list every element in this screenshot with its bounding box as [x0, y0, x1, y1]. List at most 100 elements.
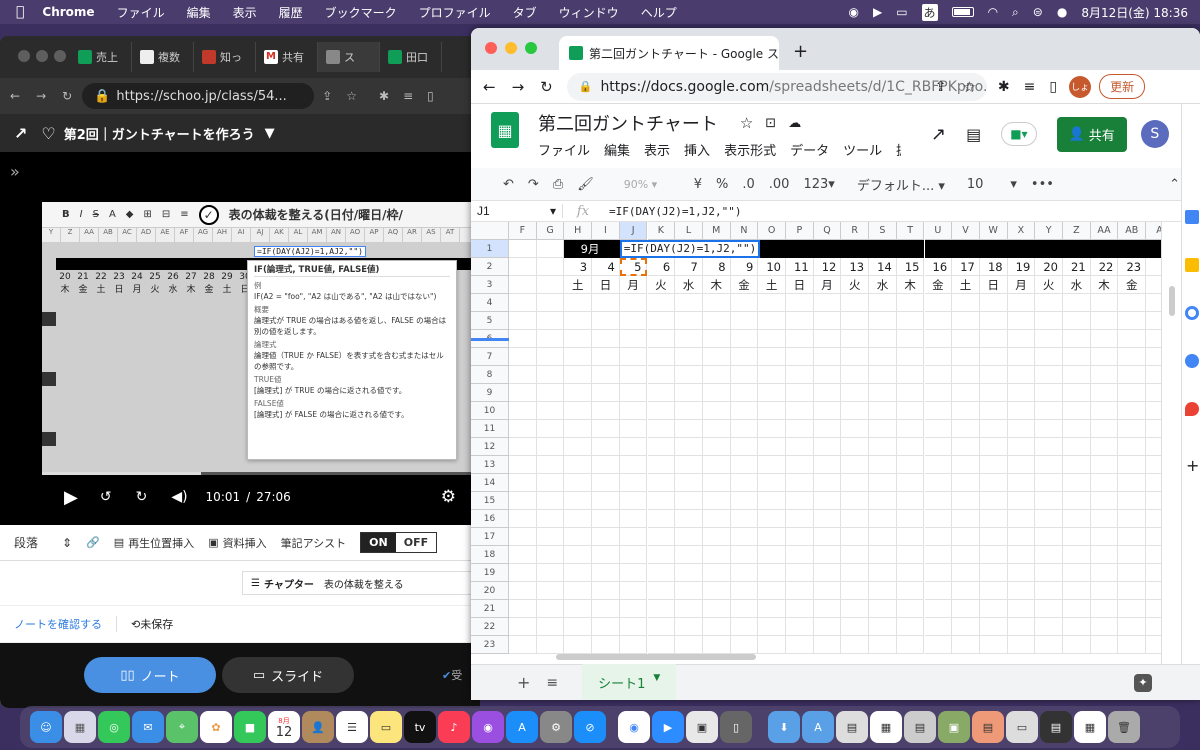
grid-cell[interactable] [702, 546, 731, 564]
grid-cell[interactable] [924, 240, 953, 258]
grid-cell[interactable] [841, 564, 870, 582]
grid-cell[interactable] [1007, 438, 1036, 456]
grid-cell[interactable] [647, 402, 676, 420]
grid-cell[interactable] [869, 600, 897, 618]
grid-cell[interactable] [1146, 636, 1161, 654]
grid-cell[interactable] [1007, 366, 1036, 384]
grid-cell[interactable] [1118, 366, 1147, 384]
grid-cell[interactable] [1007, 402, 1036, 420]
row-header[interactable]: 3 [471, 276, 509, 294]
date-cell[interactable]: 16 [924, 258, 953, 276]
left-tab-2[interactable]: 複数 [132, 42, 194, 72]
grid-cell[interactable] [979, 546, 1008, 564]
grid-cell[interactable] [619, 366, 648, 384]
volume-icon[interactable]: ◀) [171, 489, 187, 505]
grid-cell[interactable] [1090, 564, 1119, 582]
grid-cell[interactable] [647, 636, 676, 654]
grid-cell[interactable] [1090, 384, 1119, 402]
weekday-cell[interactable]: 水 [1063, 276, 1091, 294]
collapse-toolbar-icon[interactable]: ⌃ [1169, 177, 1180, 192]
grid-cell[interactable] [786, 492, 814, 510]
grid-cell[interactable] [509, 564, 537, 582]
downloads-folder-icon[interactable]: ⬇ [768, 711, 800, 743]
column-header[interactable]: V [952, 222, 980, 240]
close-window-icon[interactable] [18, 50, 30, 62]
column-header[interactable]: T [896, 222, 925, 240]
grid-cell[interactable] [647, 618, 676, 636]
grid-cell[interactable] [1035, 582, 1063, 600]
video-progress-track[interactable] [42, 472, 472, 475]
grid-cell[interactable] [564, 528, 593, 546]
grid-cell[interactable] [1090, 330, 1119, 348]
check-note-link[interactable]: ノートを確認する [14, 616, 102, 632]
grid-cell[interactable] [952, 456, 980, 474]
grid-cell[interactable] [536, 564, 565, 582]
grid-cell[interactable] [730, 618, 759, 636]
left-tab-3[interactable]: 知っ [194, 42, 256, 72]
finder-icon[interactable]: ☺ [30, 711, 62, 743]
search-icon[interactable]: ⌕ [1012, 5, 1019, 20]
date-cell[interactable]: 17 [952, 258, 980, 276]
grid-cell[interactable] [675, 474, 703, 492]
grid-cell[interactable] [564, 294, 593, 312]
new-tab-icon[interactable]: + [793, 41, 808, 62]
column-header[interactable]: O [758, 222, 786, 240]
zoom-window-icon[interactable] [54, 50, 66, 62]
grid-cell[interactable] [1146, 330, 1161, 348]
minimize-window-icon[interactable] [36, 50, 48, 62]
minimize-window-icon[interactable] [505, 42, 517, 54]
grid-cell[interactable] [619, 528, 648, 546]
grid-cell[interactable] [1146, 582, 1161, 600]
grid-cell[interactable] [675, 438, 703, 456]
grid-cell[interactable] [1007, 528, 1036, 546]
sidepanel-icon[interactable]: ▯ [427, 89, 434, 103]
grid-cell[interactable] [1118, 240, 1147, 258]
grid-cell[interactable] [1063, 366, 1091, 384]
grid-cell[interactable] [536, 528, 565, 546]
settings-gear-icon[interactable]: ⚙ [441, 487, 456, 507]
grid-cell[interactable] [1063, 546, 1091, 564]
grid-cell[interactable] [675, 618, 703, 636]
grid-cell[interactable] [619, 564, 648, 582]
grid-cell[interactable] [592, 330, 620, 348]
date-cell[interactable]: 9 [730, 258, 759, 276]
grid-cell[interactable] [1063, 564, 1091, 582]
grid-cell[interactable] [1007, 456, 1036, 474]
grid-cell[interactable] [869, 456, 897, 474]
grid-cell[interactable] [564, 546, 593, 564]
grid-cell[interactable] [1063, 474, 1091, 492]
grid-cell[interactable] [952, 600, 980, 618]
grid-cell[interactable] [730, 582, 759, 600]
row-header[interactable]: 5 [471, 312, 509, 330]
extensions-icon[interactable]: ✱ [379, 89, 389, 103]
grid-cell[interactable] [758, 384, 786, 402]
horizontal-scrollbar[interactable] [556, 654, 756, 660]
menu-view[interactable]: 表示 [233, 4, 257, 21]
grid-cell[interactable] [647, 546, 676, 564]
grid-cell[interactable] [675, 546, 703, 564]
grid-cell[interactable] [758, 510, 786, 528]
contacts-side-icon[interactable] [1185, 354, 1199, 368]
grid-cell[interactable] [702, 528, 731, 546]
calendar-icon[interactable]: 8月 12 [268, 711, 300, 743]
grid-cell[interactable] [509, 636, 537, 654]
grid-cell[interactable] [813, 546, 842, 564]
freeze-handle[interactable] [471, 338, 509, 341]
cloud-status-icon[interactable]: ☁ [788, 116, 801, 131]
grid-cell[interactable] [675, 510, 703, 528]
weekday-cell[interactable]: 月 [1007, 276, 1036, 294]
date-cell[interactable]: 21 [1063, 258, 1091, 276]
grid-cell[interactable] [1146, 546, 1161, 564]
grid-cell[interactable] [1118, 636, 1147, 654]
weekday-cell[interactable]: 土 [952, 276, 980, 294]
date-cell[interactable]: 3 [564, 258, 593, 276]
grid-cell[interactable] [1146, 366, 1161, 384]
grid-cell[interactable] [1118, 420, 1147, 438]
grid-cell[interactable] [1063, 312, 1091, 330]
grid-cell[interactable] [813, 420, 842, 438]
grid-cell[interactable] [536, 582, 565, 600]
grid-cell[interactable] [592, 456, 620, 474]
grid-cell[interactable] [869, 492, 897, 510]
grid-cell[interactable] [619, 546, 648, 564]
grid-cell[interactable] [1035, 420, 1063, 438]
